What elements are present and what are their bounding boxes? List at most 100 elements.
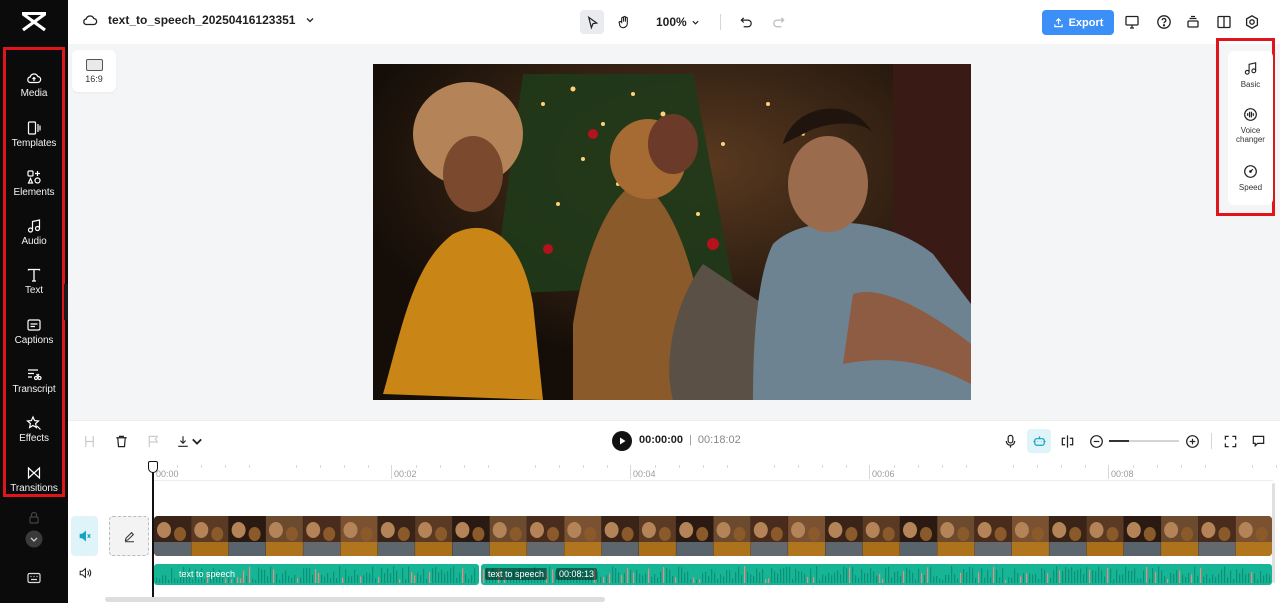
waveform-bar xyxy=(1149,578,1151,583)
waveform-bar xyxy=(267,576,269,583)
layers-button[interactable] xyxy=(1184,13,1202,31)
video-thumbnail xyxy=(638,516,676,556)
panel-tab-basic[interactable]: Basic xyxy=(1228,61,1273,89)
sidebar-item-text[interactable]: Text xyxy=(0,263,68,309)
waveform-bar xyxy=(816,566,818,583)
waveform-bar xyxy=(873,571,875,583)
trim-button[interactable] xyxy=(80,432,98,450)
voice-changer-icon xyxy=(1244,108,1257,121)
export-button[interactable]: Export xyxy=(1042,10,1114,35)
video-thumbnail xyxy=(1086,516,1124,556)
canvas-area: 16:9 xyxy=(68,44,1280,420)
waveform-bar xyxy=(1059,570,1061,583)
waveform-bar xyxy=(900,575,902,583)
panel-toggle-button[interactable] xyxy=(1215,13,1233,31)
aspect-ratio-button[interactable]: 16:9 xyxy=(72,50,116,92)
time-separator: | xyxy=(689,434,692,446)
sidebar-item-media[interactable]: Media xyxy=(0,66,68,112)
waveform-bar xyxy=(834,572,836,583)
lock-icon[interactable] xyxy=(24,508,44,528)
panel-tab-voice-changer[interactable]: Voice changer xyxy=(1228,107,1273,144)
waveform-bar xyxy=(894,572,896,583)
waveform-bar xyxy=(450,567,452,583)
playhead[interactable] xyxy=(152,461,154,601)
waveform-bar xyxy=(1110,568,1112,583)
waveform-bar xyxy=(1176,570,1178,583)
record-voice-button[interactable] xyxy=(1001,432,1019,450)
waveform-bar xyxy=(549,566,551,583)
sidebar-item-transitions[interactable]: Transitions xyxy=(0,461,68,507)
ai-magnet-button[interactable] xyxy=(1027,429,1051,453)
audio-clip[interactable]: text to speech xyxy=(154,564,479,585)
audio-clip[interactable]: text to speech 00:08:13 xyxy=(481,564,1272,585)
waveform-bar xyxy=(669,569,671,583)
feedback-button[interactable] xyxy=(1249,432,1267,450)
zoom-out-button[interactable] xyxy=(1087,432,1105,450)
waveform-bar xyxy=(396,570,398,583)
waveform-bar xyxy=(345,569,347,583)
marker-button[interactable] xyxy=(144,432,162,450)
playback-time: 00:00:00 | 00:18:02 xyxy=(639,434,741,446)
video-clip-track[interactable] xyxy=(154,516,1272,556)
waveform-bar xyxy=(378,577,380,583)
video-thumbnail xyxy=(601,516,639,556)
sidebar-item-captions[interactable]: Captions xyxy=(0,313,68,359)
canvas-tools: 100% xyxy=(580,10,791,34)
waveform-bar xyxy=(294,574,296,583)
settings-button[interactable] xyxy=(1243,13,1261,31)
waveform-bar xyxy=(648,568,650,583)
playhead-handle[interactable] xyxy=(148,461,158,473)
ruler-minor-tick xyxy=(774,465,776,468)
edit-cover-button[interactable] xyxy=(109,516,149,556)
audio-volume-button[interactable] xyxy=(77,565,93,581)
video-frame-image xyxy=(373,64,971,400)
sidebar-item-elements[interactable]: Elements xyxy=(0,165,68,211)
ruler-minor-tick xyxy=(702,465,704,468)
waveform-bar xyxy=(705,572,707,583)
undo-button[interactable] xyxy=(735,10,759,34)
fit-timeline-button[interactable] xyxy=(1221,432,1239,450)
waveform-bar xyxy=(750,574,752,583)
panel-tab-speed[interactable]: Speed xyxy=(1228,164,1273,192)
gear-icon xyxy=(1245,15,1259,29)
video-preview[interactable] xyxy=(373,64,971,400)
capcut-logo-icon[interactable] xyxy=(20,9,48,35)
timeline-horizontal-scrollbar[interactable] xyxy=(105,597,605,602)
sidebar-item-templates[interactable]: Templates xyxy=(0,116,68,162)
mute-track-button[interactable] xyxy=(71,516,98,556)
sidebar-item-effects[interactable]: Effects xyxy=(0,411,68,457)
play-button[interactable] xyxy=(612,431,632,451)
help-button[interactable] xyxy=(1155,13,1173,31)
sidebar-item-audio[interactable]: Audio xyxy=(0,214,68,260)
select-tool-button[interactable] xyxy=(580,10,604,34)
split-button[interactable] xyxy=(1058,432,1076,450)
delete-button[interactable] xyxy=(112,432,130,450)
hand-tool-button[interactable] xyxy=(612,10,636,34)
waveform-bar xyxy=(633,572,635,583)
waveform-bar xyxy=(1140,578,1142,583)
waveform-bar xyxy=(921,573,923,583)
waveform-bar xyxy=(1134,568,1136,583)
timeline-ruler[interactable]: 00:00 00:02 00:04 00:06 00:08 xyxy=(153,461,1278,481)
keyboard-shortcuts-icon[interactable] xyxy=(24,568,44,588)
download-dropdown[interactable] xyxy=(176,432,204,450)
waveform-bar xyxy=(1152,567,1154,583)
ruler-minor-tick xyxy=(176,465,178,468)
zoom-dropdown[interactable]: 100% xyxy=(656,15,700,29)
waveform-bar xyxy=(831,575,833,583)
sidebar-item-transcript[interactable]: Transcript xyxy=(0,362,68,408)
waveform-bar xyxy=(666,568,668,583)
waveform-bar xyxy=(864,573,866,583)
project-title-dropdown[interactable]: text_to_speech_20250416123351 xyxy=(82,12,315,28)
waveform-bar xyxy=(1257,579,1259,583)
zoom-in-button[interactable] xyxy=(1183,432,1201,450)
redo-button[interactable] xyxy=(767,10,791,34)
present-screen-button[interactable] xyxy=(1123,13,1141,31)
timeline-vertical-scrollbar[interactable] xyxy=(1272,483,1275,583)
waveform-bar xyxy=(672,575,674,583)
timeline-zoom-slider[interactable] xyxy=(1109,440,1179,442)
waveform-bar xyxy=(927,567,929,583)
ruler-minor-tick xyxy=(917,465,919,468)
waveform-bar xyxy=(1200,567,1202,583)
chevron-down-icon[interactable] xyxy=(24,529,44,549)
